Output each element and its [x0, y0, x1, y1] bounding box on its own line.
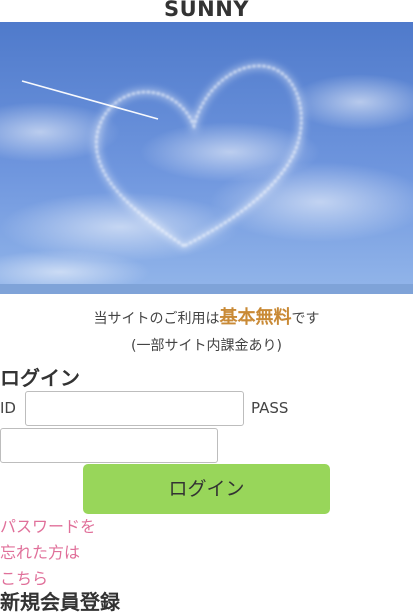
- login-heading: ログイン: [0, 366, 80, 390]
- billing-note: (一部サイト内課金あり): [131, 338, 282, 354]
- hero-image: [0, 22, 413, 294]
- register-heading: 新規会員登録: [0, 590, 120, 614]
- login-button[interactable]: ログイン: [83, 464, 330, 514]
- site-title: SUNNY: [163, 0, 250, 21]
- tagline-prefix: 当サイトのご利用は: [93, 311, 220, 327]
- tagline: 当サイトのご利用は基本無料です: [0, 306, 413, 331]
- id-input[interactable]: [25, 391, 244, 426]
- forgot-password-link[interactable]: パスワードを 忘れた方は こちら: [0, 514, 120, 592]
- free-highlight: 基本無料: [219, 307, 292, 328]
- forgot-password-line-2: 忘れた方は: [0, 543, 81, 562]
- password-input[interactable]: [0, 428, 218, 463]
- forgot-password-line-1: パスワードを: [0, 517, 97, 536]
- id-label: ID: [0, 399, 16, 417]
- tagline-suffix: です: [291, 311, 320, 327]
- pass-label: PASS: [251, 399, 289, 417]
